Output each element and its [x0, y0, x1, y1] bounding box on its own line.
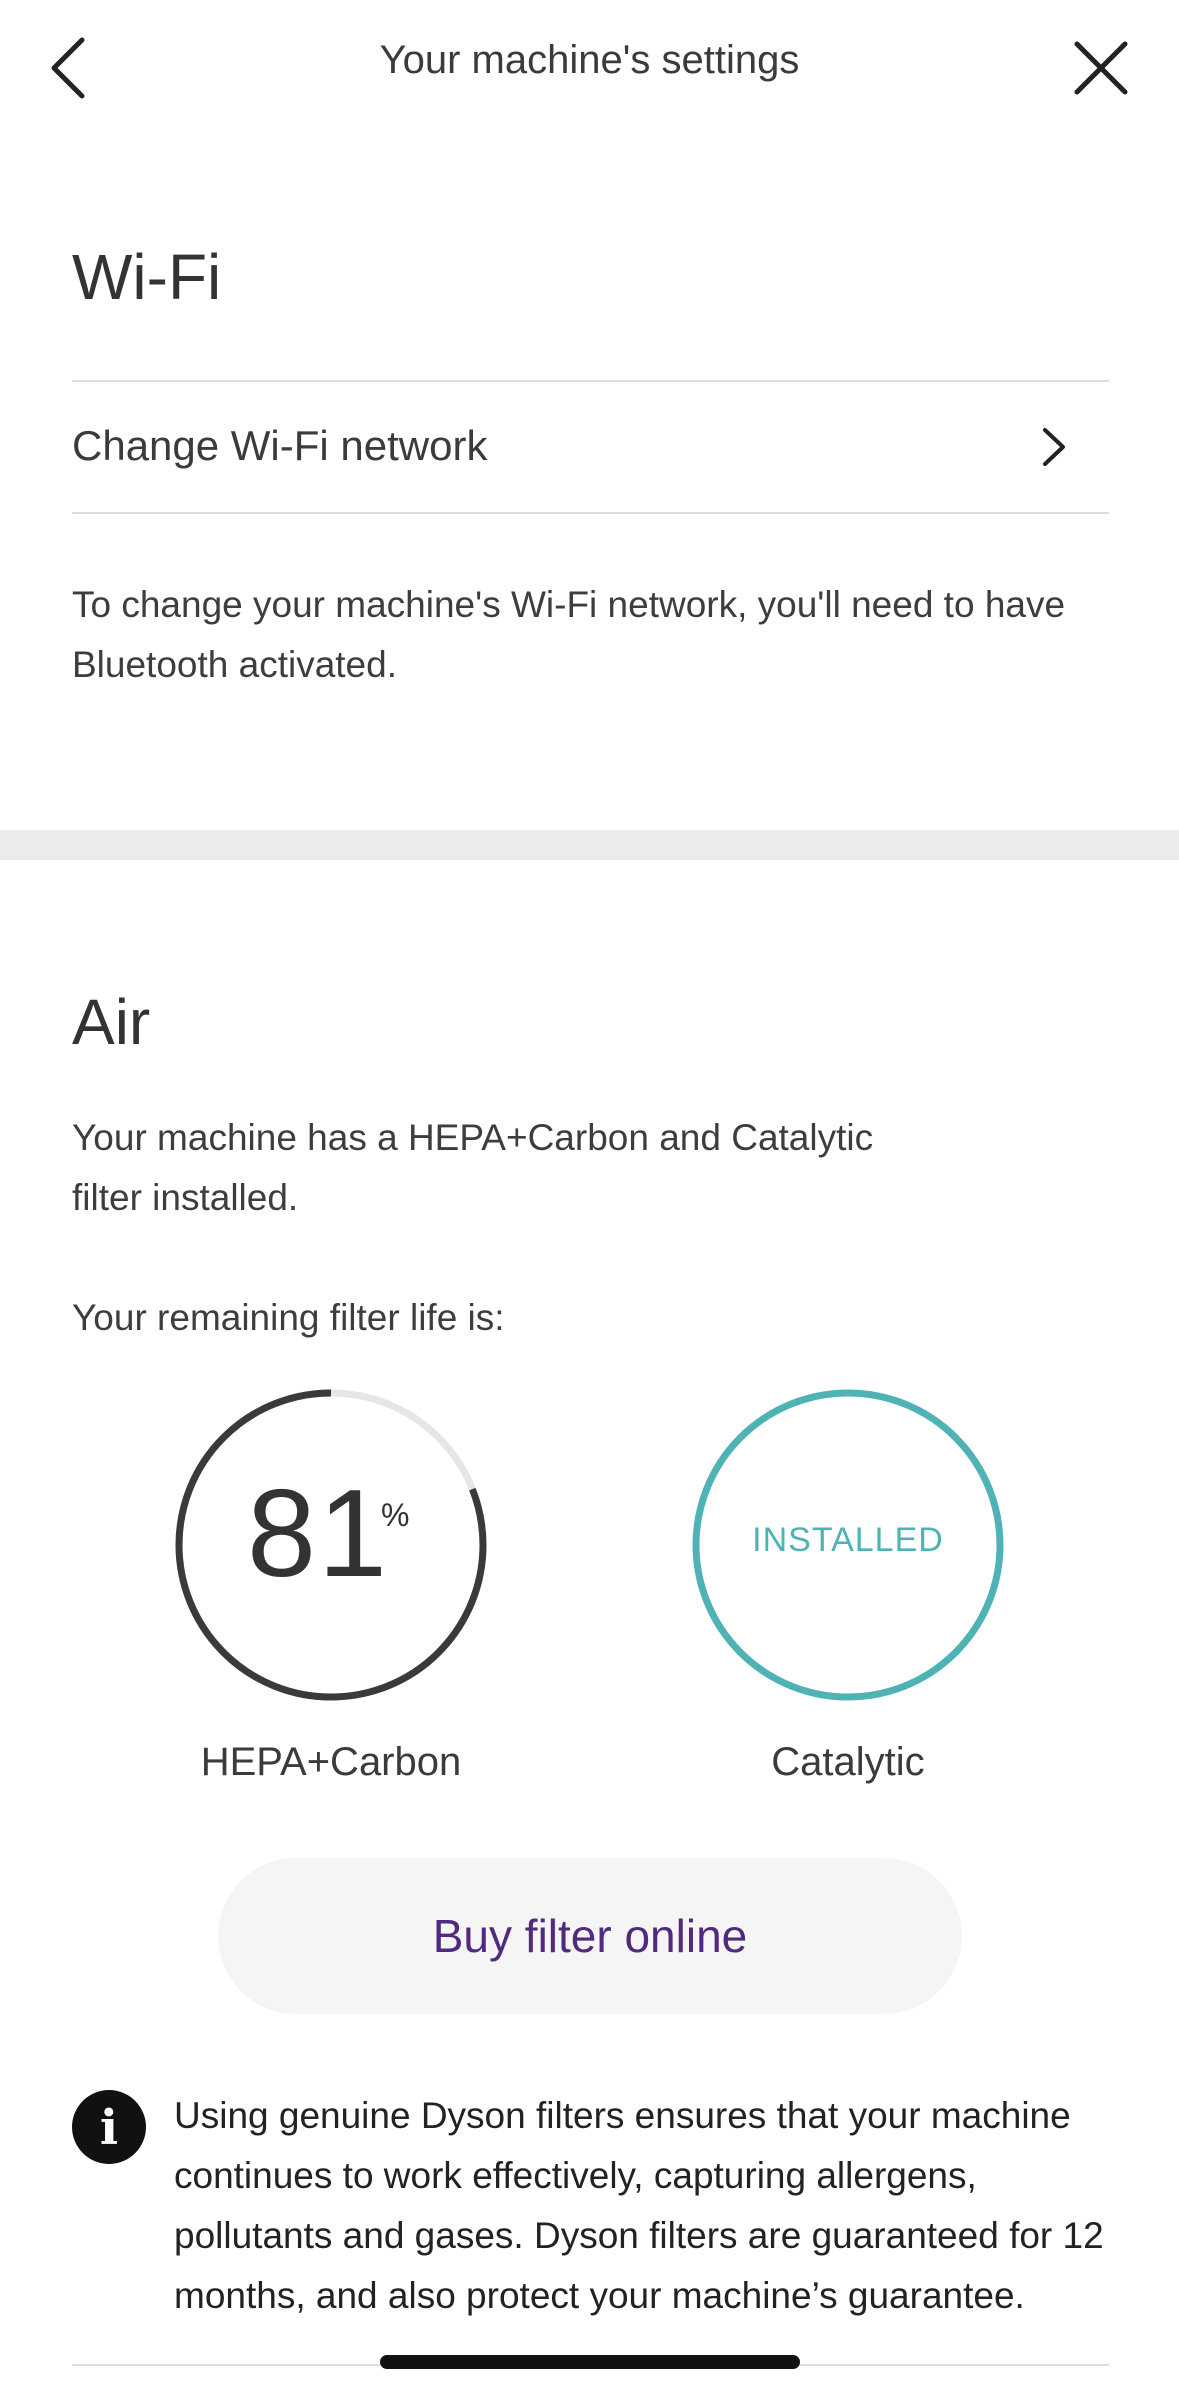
info-icon: i: [72, 2090, 146, 2164]
wifi-help-line: To change your machine's Wi-Fi network, …: [72, 584, 1066, 625]
catalytic-gauge: INSTALLED: [688, 1385, 1008, 1705]
close-icon: [1074, 41, 1128, 95]
wifi-help-line: Bluetooth activated.: [72, 644, 397, 685]
hepa-carbon-gauge: 81 %: [171, 1385, 491, 1705]
change-wifi-network-row[interactable]: Change Wi-Fi network: [72, 382, 1109, 512]
filter-info-line: Using genuine Dyson filters ensures that…: [174, 2095, 1071, 2136]
air-description: Your machine has a HEPA+Carbon and Catal…: [72, 1108, 873, 1228]
divider: [72, 512, 1109, 514]
close-button[interactable]: [1063, 30, 1139, 106]
change-wifi-network-label: Change Wi-Fi network: [72, 422, 488, 469]
wifi-section-heading: Wi-Fi: [72, 241, 222, 313]
catalytic-label: Catalytic: [771, 1740, 925, 1784]
page-title: Your machine's settings: [379, 38, 800, 82]
filter-info-line: months, and also protect your machine’s …: [174, 2275, 1025, 2316]
remaining-filter-life-label: Your remaining filter life is:: [72, 1297, 505, 1338]
air-description-line: filter installed.: [72, 1177, 299, 1218]
buy-filter-online-button[interactable]: Buy filter online: [218, 1858, 962, 2014]
filter-life-unit: %: [381, 1497, 410, 1533]
catalytic-status: INSTALLED: [752, 1521, 944, 1559]
filter-info-line: pollutants and gases. Dyson filters are …: [174, 2215, 1104, 2256]
filter-life-value: 81: [247, 1465, 389, 1603]
info-icon-glyph: i: [99, 2100, 119, 2156]
chevron-right-icon: [1043, 428, 1065, 466]
filter-info-text: Using genuine Dyson filters ensures that…: [174, 2086, 1124, 2326]
wifi-help-text: To change your machine's Wi-Fi network, …: [72, 575, 1065, 695]
filter-info-line: continues to work effectively, capturing…: [174, 2155, 977, 2196]
air-description-line: Your machine has a HEPA+Carbon and Catal…: [72, 1117, 874, 1158]
air-section-heading: Air: [72, 986, 151, 1058]
home-indicator[interactable]: [380, 2355, 800, 2369]
top-nav-bar: Your machine's settings: [0, 0, 1179, 140]
section-separator: [0, 830, 1179, 860]
hepa-carbon-label: HEPA+Carbon: [200, 1740, 462, 1784]
